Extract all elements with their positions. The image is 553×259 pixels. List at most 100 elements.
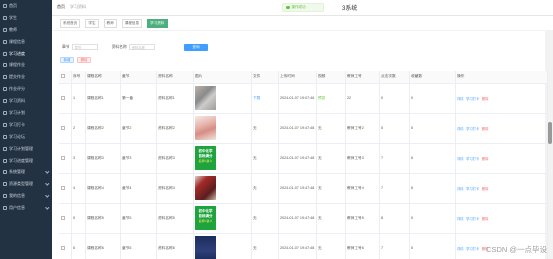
sidebar-item[interactable]: 学生 bbox=[0, 12, 52, 24]
sidebar: 首页 学生 教师课程信息学习进度 课程作业 提交作业 作业评分 学习资料 学习计划学习打卡学习… bbox=[0, 0, 52, 259]
crumb-item[interactable]: 学生 bbox=[85, 18, 99, 28]
cover-image[interactable] bbox=[195, 176, 216, 200]
name-input[interactable]: 资料名称 bbox=[128, 44, 155, 50]
detail-button[interactable]: 详情 bbox=[457, 246, 464, 251]
column-header: 文件 bbox=[251, 71, 279, 84]
sidebar-item-label: 课程信息 bbox=[9, 38, 25, 44]
table-cell: 章节3 bbox=[120, 143, 157, 174]
sidebar-item-label: 学习计划管理 bbox=[9, 145, 33, 151]
checkin-button[interactable]: 学习打卡 bbox=[466, 246, 479, 251]
column-header: 资料名称 bbox=[156, 71, 194, 84]
cover-image[interactable]: 初中化学 目标满分 名师×讲义 bbox=[195, 206, 216, 230]
cover-image[interactable] bbox=[195, 86, 216, 110]
success-icon bbox=[286, 5, 290, 10]
sidebar-item[interactable]: 系统管理 bbox=[0, 166, 52, 178]
chart-icon bbox=[3, 158, 7, 163]
crumb-active[interactable]: 学习资料 bbox=[147, 18, 168, 28]
sidebar-item[interactable]: 作业评分 bbox=[0, 83, 52, 95]
search-button[interactable]: 查询 bbox=[184, 43, 208, 51]
table-cell: 详情 学习打卡 删除 bbox=[455, 203, 548, 234]
sidebar-item[interactable]: 学习资料 bbox=[0, 95, 52, 107]
check-icon bbox=[3, 122, 7, 127]
home-icon bbox=[3, 3, 7, 8]
sidebar-item-label: 我的信息 bbox=[9, 193, 25, 199]
crumb-item[interactable]: 教师 bbox=[103, 18, 117, 28]
column-header: 课程名称 bbox=[85, 71, 121, 84]
cover-image[interactable] bbox=[195, 236, 216, 259]
table-cell: 5 bbox=[379, 113, 410, 144]
download-link[interactable]: 下载 bbox=[251, 83, 279, 114]
row-checkbox[interactable] bbox=[60, 155, 65, 160]
sidebar-item[interactable]: 我的信息 bbox=[0, 190, 52, 202]
preview-link[interactable]: 预览 bbox=[316, 83, 346, 114]
table-cell: 2024-01-07 19:47:48 bbox=[278, 173, 317, 204]
table-cell bbox=[59, 203, 72, 234]
sidebar-item[interactable]: 用户信息 bbox=[0, 202, 52, 214]
row-checkbox[interactable] bbox=[60, 245, 65, 250]
folder-icon bbox=[3, 99, 7, 104]
table-cell: 详情 学习打卡 删除 bbox=[455, 83, 548, 114]
column-header: 点击次数 bbox=[379, 71, 410, 84]
table-cell: 教师工号2 bbox=[345, 113, 380, 144]
sidebar-item[interactable]: 教师 bbox=[0, 24, 52, 36]
row-delete-button[interactable]: 删除 bbox=[482, 186, 489, 191]
row-delete-button[interactable]: 删除 bbox=[482, 216, 489, 221]
detail-button[interactable]: 详情 bbox=[457, 216, 464, 221]
table-cell: 2024-01-07 19:47:48 bbox=[278, 143, 317, 174]
tab-home[interactable]: 首页 bbox=[57, 4, 65, 10]
sidebar-item[interactable]: 首页 bbox=[0, 0, 52, 12]
detail-button[interactable]: 详情 bbox=[457, 96, 464, 101]
watermark: CSDN @一点毕设 bbox=[486, 245, 547, 254]
table-cell: 5 bbox=[409, 233, 456, 259]
checkin-button[interactable]: 学习打卡 bbox=[466, 96, 479, 101]
crumb-item[interactable]: 系统首页 bbox=[60, 18, 81, 28]
delete-button[interactable]: 删除 bbox=[77, 57, 91, 63]
sidebar-item-label: 学习打卡 bbox=[9, 121, 25, 127]
sidebar-item[interactable]: 学习论坛 bbox=[0, 131, 52, 143]
cover-image[interactable] bbox=[195, 116, 216, 140]
sidebar-item[interactable]: 课程信息 bbox=[0, 36, 52, 48]
sidebar-item[interactable]: 学习计划管理 bbox=[0, 143, 52, 155]
detail-button[interactable]: 详情 bbox=[457, 126, 464, 131]
list-icon bbox=[3, 146, 7, 151]
detail-button[interactable]: 详情 bbox=[457, 156, 464, 161]
table-cell: 4 bbox=[71, 173, 86, 204]
scrollbar[interactable] bbox=[548, 122, 552, 144]
checkin-button[interactable]: 学习打卡 bbox=[466, 156, 479, 161]
crumb-item[interactable]: 课程信息 bbox=[121, 18, 143, 28]
table-cell bbox=[59, 173, 72, 204]
cover-image[interactable]: 初中化学 目标满分 名师×讲义 bbox=[195, 146, 216, 170]
select-all-checkbox[interactable] bbox=[60, 74, 65, 79]
row-delete-button[interactable]: 删除 bbox=[482, 96, 489, 101]
sidebar-item[interactable]: 学习进度 bbox=[0, 48, 52, 60]
chapter-input[interactable]: 章节 bbox=[71, 44, 98, 50]
checkin-button[interactable]: 学习打卡 bbox=[466, 216, 479, 221]
row-checkbox[interactable] bbox=[60, 95, 65, 100]
row-checkbox[interactable] bbox=[60, 125, 65, 130]
toast-text: 操作成功 bbox=[291, 5, 306, 9]
chevron-down-icon bbox=[44, 169, 49, 174]
sidebar-item[interactable]: 学习打卡 bbox=[0, 119, 52, 131]
add-button[interactable]: 新增 bbox=[60, 57, 74, 63]
checkin-button[interactable]: 学习打卡 bbox=[466, 126, 479, 131]
tab-current[interactable]: 学习资料 bbox=[70, 4, 86, 10]
sidebar-item[interactable]: 课程作业 bbox=[0, 59, 52, 71]
row-checkbox[interactable] bbox=[60, 185, 65, 190]
sidebar-item[interactable]: 提交作业 bbox=[0, 71, 52, 83]
row-delete-button[interactable]: 删除 bbox=[482, 126, 489, 131]
sidebar-item[interactable]: 学习进度管理 bbox=[0, 155, 52, 167]
table-cell: 6 bbox=[71, 233, 86, 259]
book-icon bbox=[3, 39, 7, 44]
row-checkbox[interactable] bbox=[60, 215, 65, 220]
checkin-button[interactable]: 学习打卡 bbox=[466, 186, 479, 191]
chapter-label: 章节 bbox=[62, 44, 70, 49]
table-header-row: 序号 课程名称 章节 资料名称 图片 文件 上传时间 视频 教师工号 点击次数 收藏数 操作 bbox=[59, 71, 548, 84]
sidebar-item[interactable]: 资源类型管理 bbox=[0, 178, 52, 190]
row-delete-button[interactable]: 删除 bbox=[482, 156, 489, 161]
table-cell: 资料名称4 bbox=[156, 173, 194, 204]
table-cell bbox=[59, 233, 72, 259]
sidebar-item[interactable]: 学习计划 bbox=[0, 107, 52, 119]
table-cell: 0 bbox=[409, 83, 456, 114]
detail-button[interactable]: 详情 bbox=[457, 186, 464, 191]
select-all-cell[interactable] bbox=[59, 71, 72, 84]
